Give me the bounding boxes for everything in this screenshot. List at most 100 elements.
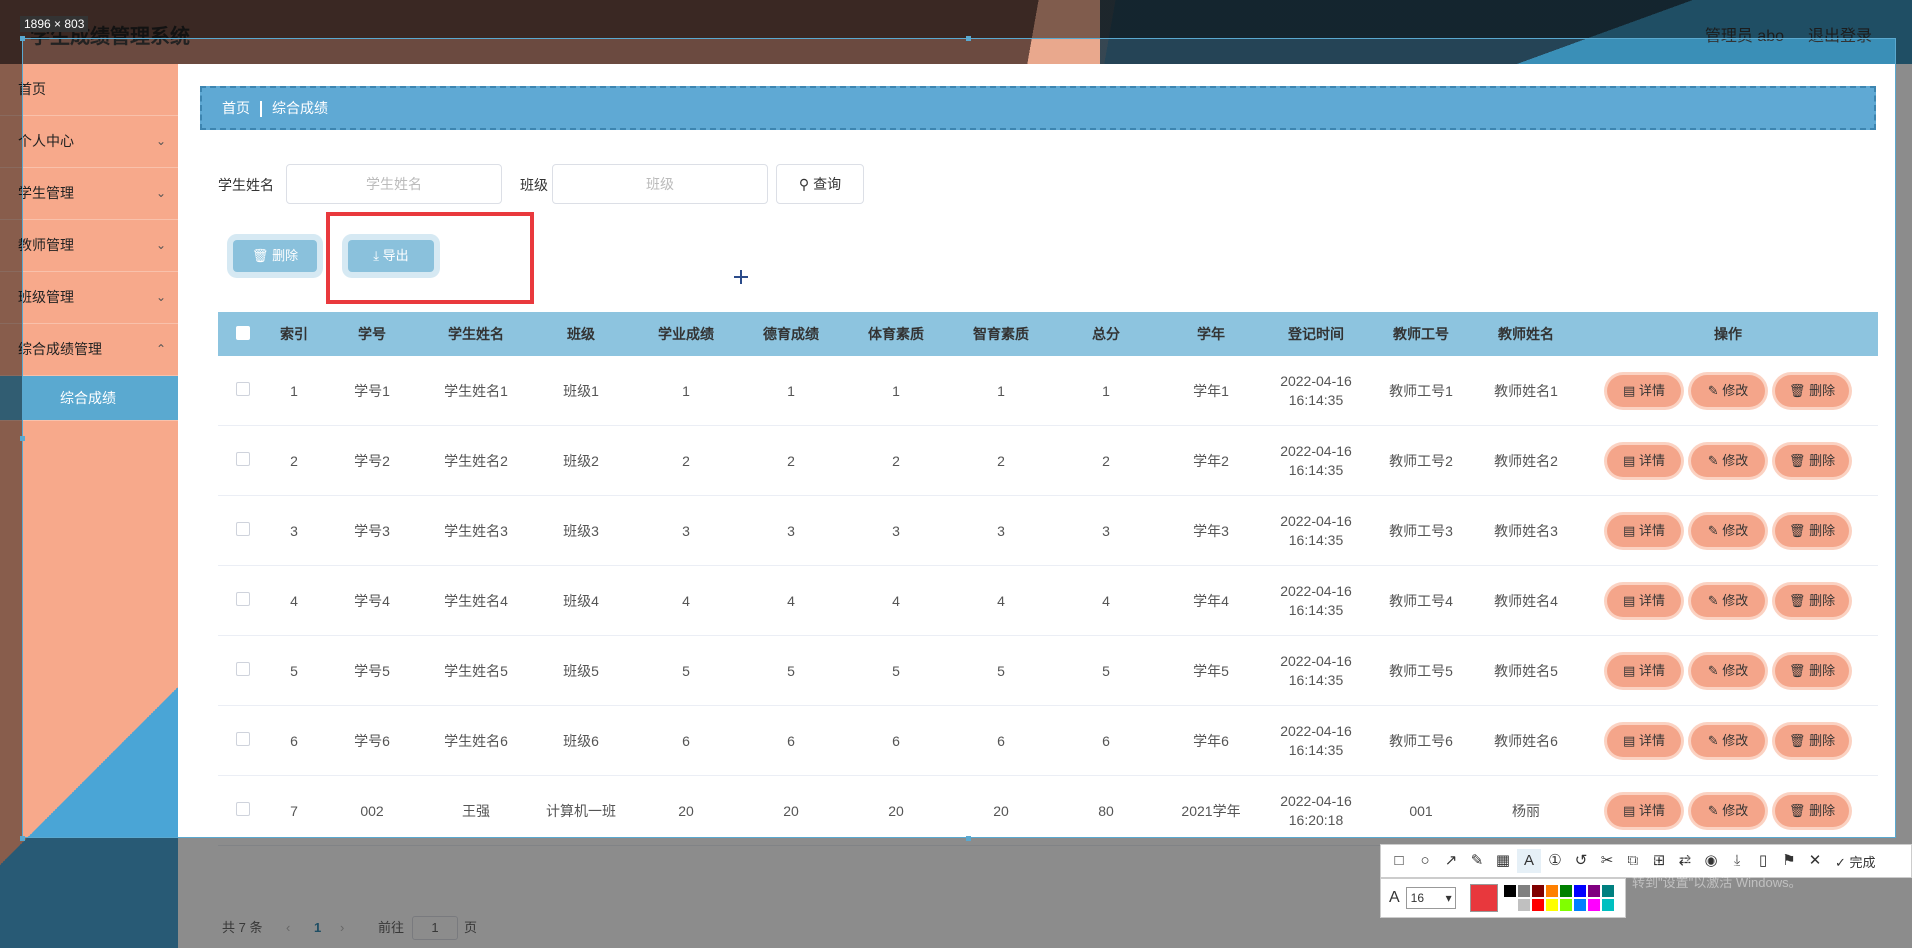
sidebar-item[interactable]: 综合成绩管理 ⌃ xyxy=(0,324,178,376)
arrow-tool-icon[interactable]: ↗ xyxy=(1439,849,1463,873)
table-cell: 学生姓名6 xyxy=(444,732,508,749)
delete-button[interactable]: 🗑 删除 xyxy=(1775,444,1849,477)
done-button[interactable]: ✓ 完成 xyxy=(1835,852,1876,871)
bookmark-icon[interactable]: ⚑ xyxy=(1777,849,1801,873)
row-select-cell xyxy=(218,732,268,749)
palette-color-swatch[interactable] xyxy=(1531,885,1544,897)
detail-button[interactable]: ▤ 详情 xyxy=(1607,584,1681,617)
sidebar-item[interactable]: 个人中心 ⌄ xyxy=(0,116,178,168)
selection-handle[interactable] xyxy=(966,36,971,41)
ellipse-tool-icon[interactable]: ○ xyxy=(1413,849,1437,873)
delete-button[interactable]: 🗑 删除 xyxy=(1775,794,1849,827)
selection-handle[interactable] xyxy=(966,836,971,841)
palette-color-swatch[interactable] xyxy=(1545,885,1558,897)
document-icon: ▤ xyxy=(1623,382,1636,398)
rectangle-tool-icon[interactable]: □ xyxy=(1387,849,1411,873)
table-cell: 6 xyxy=(892,732,900,749)
operations-cell: ▤ 详情 ✎ 修改 🗑 删除 xyxy=(1578,514,1878,547)
dim-left xyxy=(0,38,22,838)
delete-button[interactable]: 🗑 删除 xyxy=(1775,374,1849,407)
student-name-input[interactable] xyxy=(286,164,502,204)
row-checkbox[interactable] xyxy=(236,662,250,676)
selection-handle[interactable] xyxy=(20,36,25,41)
row-checkbox[interactable] xyxy=(236,522,250,536)
pencil-icon: ✎ xyxy=(1707,802,1719,818)
palette-color-swatch[interactable] xyxy=(1601,899,1614,911)
document-icon: ▤ xyxy=(1623,592,1636,608)
detail-button[interactable]: ▤ 详情 xyxy=(1607,514,1681,547)
palette-color-swatch[interactable] xyxy=(1517,899,1530,911)
palette-color-swatch[interactable] xyxy=(1587,885,1600,897)
sidebar-subitem-comprehensive-score[interactable]: 综合成绩 xyxy=(0,376,178,421)
search-icon: ⚲ xyxy=(798,176,810,192)
palette-color-swatch[interactable] xyxy=(1573,899,1586,911)
register-time-cell: 2022-04-16 16:14:35 xyxy=(1264,442,1368,480)
selection-handle[interactable] xyxy=(20,436,25,441)
sidebar-item[interactable]: 学生管理 ⌄ xyxy=(0,168,178,220)
detail-label: 详情 xyxy=(1638,592,1665,608)
table-cell: 1 xyxy=(1102,382,1110,399)
breadcrumb-separator xyxy=(260,101,262,118)
close-icon[interactable]: ✕ xyxy=(1803,849,1827,873)
palette-color-swatch[interactable] xyxy=(1517,885,1530,897)
table-cell: 学年1 xyxy=(1193,382,1229,399)
palette-color-swatch[interactable] xyxy=(1587,899,1600,911)
sidebar-item[interactable]: 班级管理 ⌄ xyxy=(0,272,178,324)
delete-button[interactable]: 🗑 删除 xyxy=(1775,654,1849,687)
edit-button[interactable]: ✎ 修改 xyxy=(1691,514,1765,547)
palette-color-swatch[interactable] xyxy=(1559,885,1572,897)
delete-button[interactable]: 🗑 删除 xyxy=(1775,514,1849,547)
current-color-swatch[interactable] xyxy=(1469,884,1498,912)
edit-button[interactable]: ✎ 修改 xyxy=(1691,724,1765,757)
pen-tool-icon[interactable]: ✎ xyxy=(1465,849,1489,873)
detail-button[interactable]: ▤ 详情 xyxy=(1607,374,1681,407)
sidebar-item[interactable]: 教师管理 ⌄ xyxy=(0,220,178,272)
detail-label: 详情 xyxy=(1638,382,1665,398)
detail-button[interactable]: ▤ 详情 xyxy=(1607,724,1681,757)
row-checkbox[interactable] xyxy=(236,452,250,466)
register-time-cell: 2022-04-16 16:14:35 xyxy=(1264,372,1368,410)
row-checkbox[interactable] xyxy=(236,592,250,606)
delete-label: 删除 xyxy=(1809,452,1836,468)
phone-icon[interactable]: ▯ xyxy=(1751,849,1775,873)
palette-color-swatch[interactable] xyxy=(1559,899,1572,911)
select-all-checkbox[interactable] xyxy=(236,325,250,340)
font-size-select[interactable]: 16 ▾ xyxy=(1405,887,1456,909)
delete-button[interactable]: 🗑 删除 xyxy=(1775,724,1849,757)
undo-icon[interactable]: ↺ xyxy=(1569,849,1593,873)
table-cell: 教师姓名5 xyxy=(1494,662,1558,679)
palette-color-swatch[interactable] xyxy=(1503,885,1516,897)
row-select-cell xyxy=(218,522,268,539)
sidebar-item[interactable]: 首页 xyxy=(0,64,178,116)
palette-color-swatch[interactable] xyxy=(1545,899,1558,911)
class-input[interactable] xyxy=(552,164,768,204)
number-tool-icon[interactable]: ① xyxy=(1543,849,1567,873)
palette-color-swatch[interactable] xyxy=(1531,899,1544,911)
scissors-icon[interactable]: ✂ xyxy=(1595,849,1619,873)
table-row: 1 学号1 学生姓名1 班级1 1 1 1 1 1 学年1 2022-04-16 16:14:35 教师… xyxy=(218,356,1878,426)
edit-button[interactable]: ✎ 修改 xyxy=(1691,374,1765,407)
text-tool-icon[interactable]: A xyxy=(1517,849,1541,873)
palette-color-swatch[interactable] xyxy=(1601,885,1614,897)
selection-handle[interactable] xyxy=(20,836,25,841)
row-checkbox[interactable] xyxy=(236,382,250,396)
edit-button[interactable]: ✎ 修改 xyxy=(1691,444,1765,477)
table-cell: 学年4 xyxy=(1193,592,1229,609)
row-checkbox[interactable] xyxy=(236,732,250,746)
edit-button[interactable]: ✎ 修改 xyxy=(1691,794,1765,827)
edit-button[interactable]: ✎ 修改 xyxy=(1691,584,1765,617)
detail-button[interactable]: ▤ 详情 xyxy=(1607,654,1681,687)
table-cell: 教师姓名1 xyxy=(1494,382,1558,399)
font-icon: A xyxy=(1389,889,1400,906)
query-button[interactable]: ⚲ 查询 xyxy=(776,164,864,204)
row-checkbox[interactable] xyxy=(236,802,250,816)
delete-button[interactable]: 🗑 删除 xyxy=(1775,584,1849,617)
palette-color-swatch[interactable] xyxy=(1573,885,1586,897)
mosaic-tool-icon[interactable]: ▦ xyxy=(1491,849,1515,873)
edit-button[interactable]: ✎ 修改 xyxy=(1691,654,1765,687)
detail-button[interactable]: ▤ 详情 xyxy=(1607,794,1681,827)
detail-button[interactable]: ▤ 详情 xyxy=(1607,444,1681,477)
palette-color-swatch[interactable] xyxy=(1503,899,1516,911)
batch-delete-button[interactable]: 🗑 删除 xyxy=(233,240,317,272)
breadcrumb-home[interactable]: 首页 xyxy=(222,100,250,116)
